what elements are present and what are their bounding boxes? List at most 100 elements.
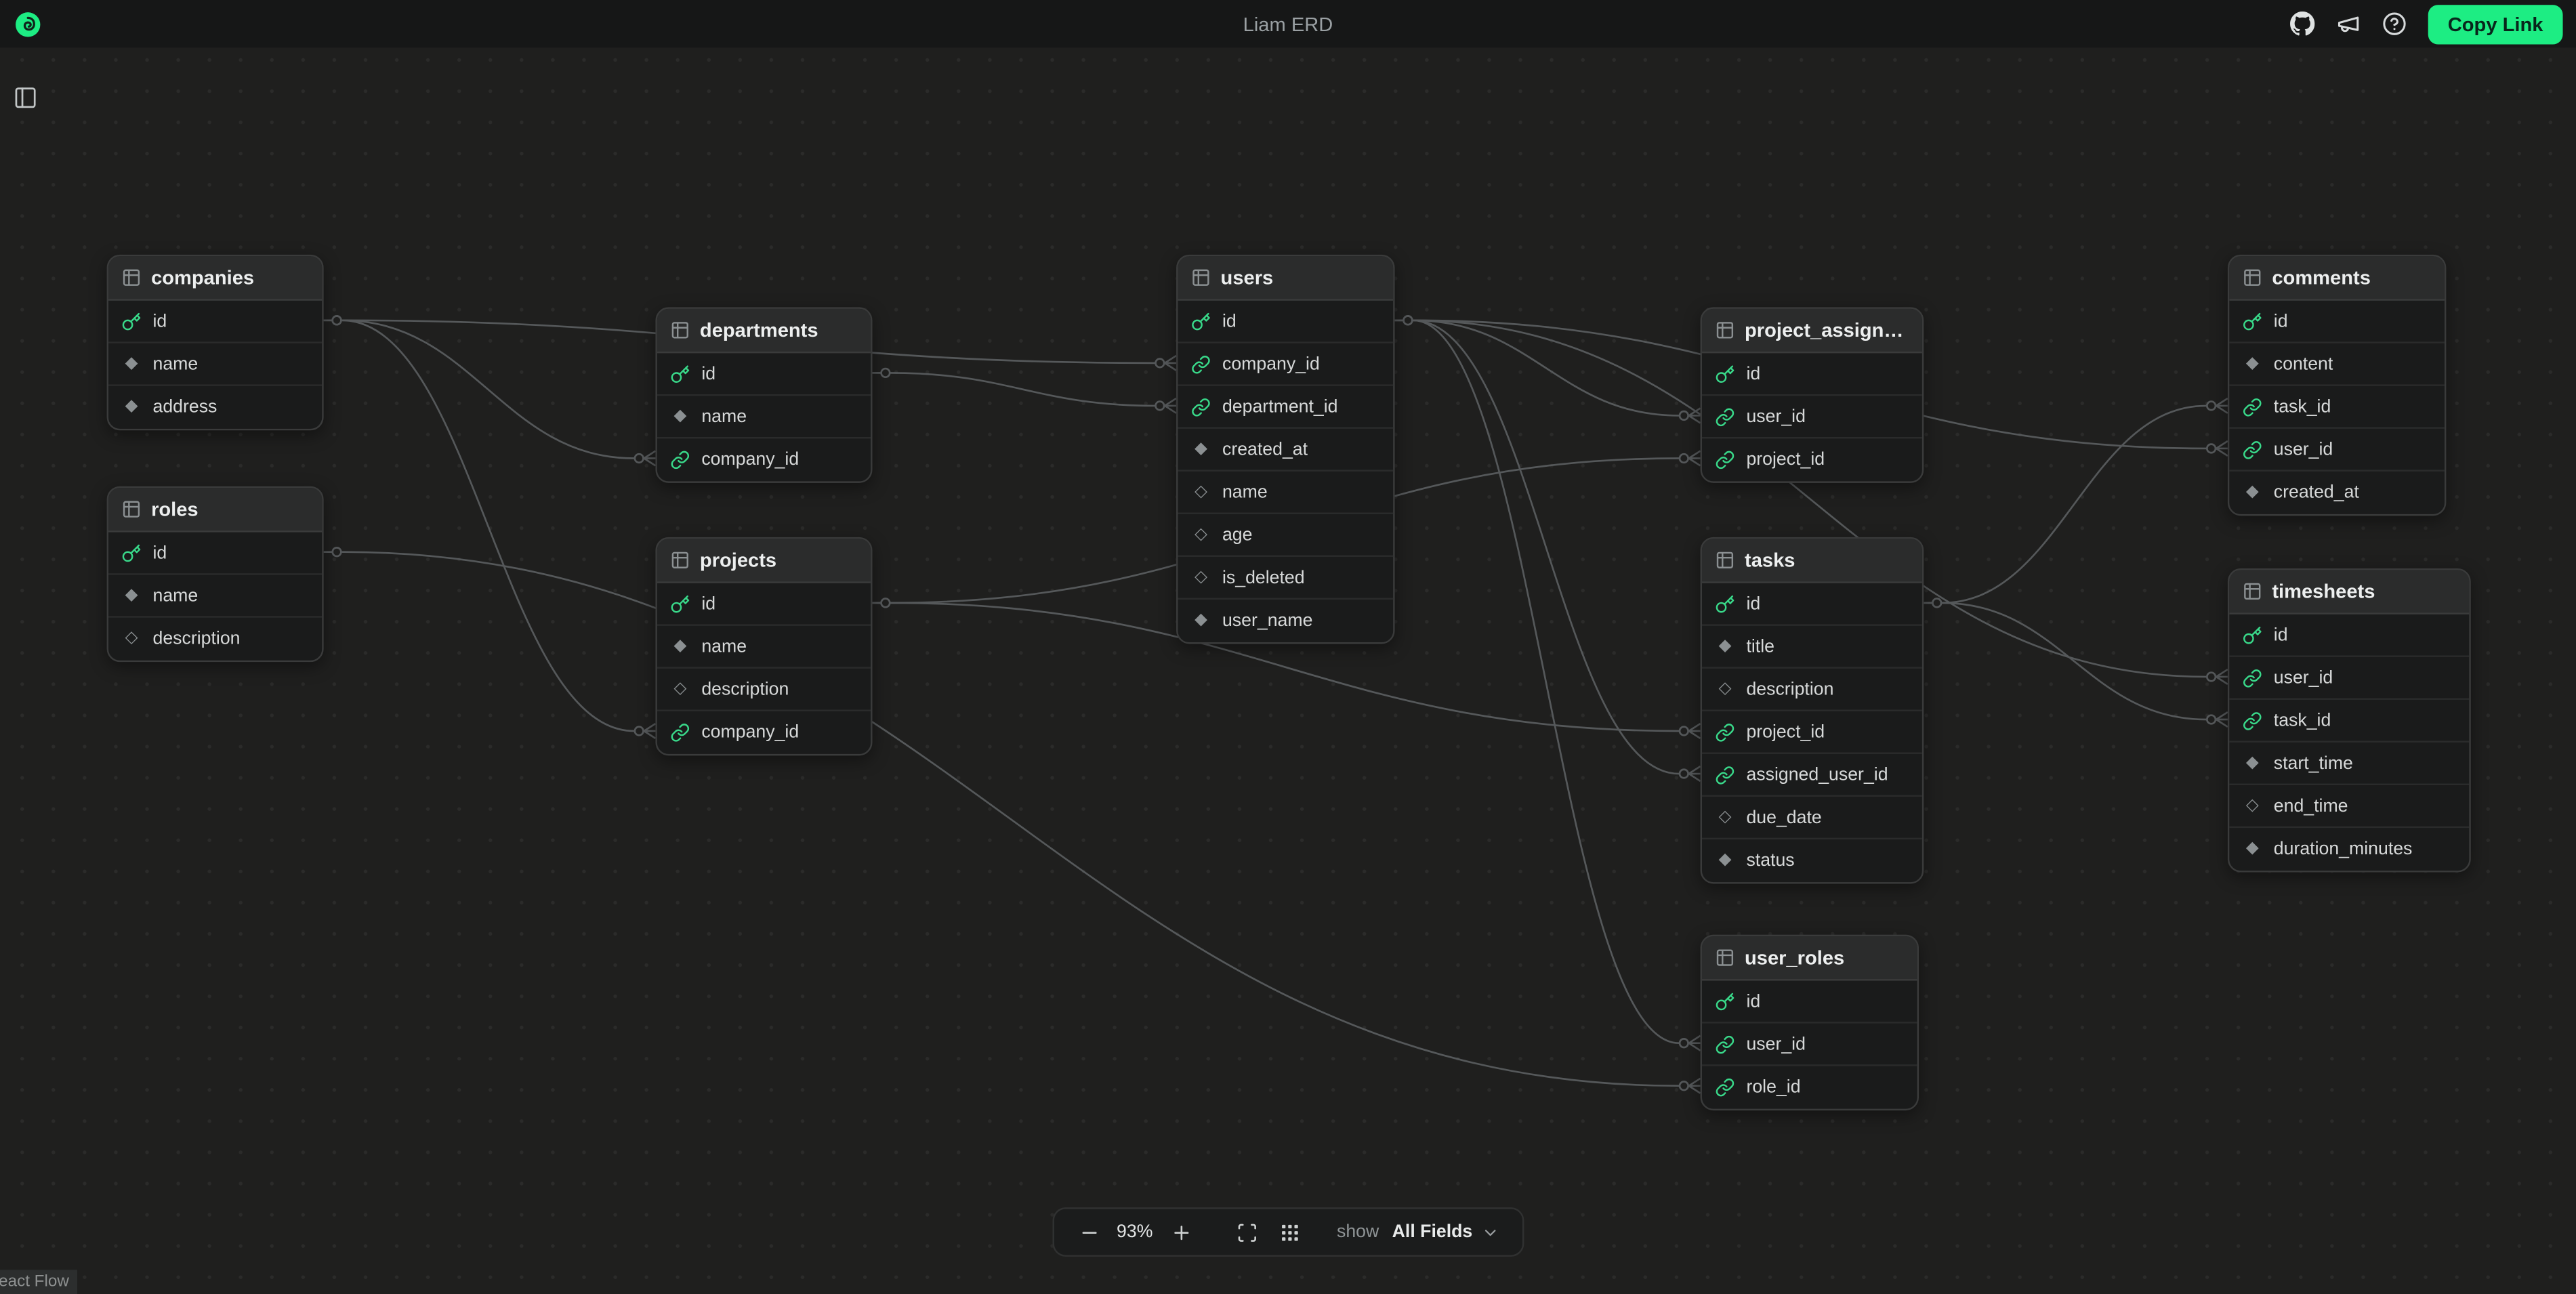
- table-header[interactable]: projects: [657, 539, 871, 583]
- column-row-user_id[interactable]: user_id: [1702, 1024, 1917, 1066]
- diamond-filled-icon: ◆: [2243, 841, 2262, 857]
- column-row-project_id[interactable]: project_id: [1702, 438, 1922, 481]
- react-flow-attribution[interactable]: React Flow: [0, 1270, 77, 1294]
- column-row-duration_minutes[interactable]: ◆ duration_minutes: [2229, 828, 2469, 871]
- column-name: content: [2274, 354, 2333, 374]
- column-row-id[interactable]: id: [2229, 301, 2445, 343]
- column-row-user_id[interactable]: user_id: [2229, 429, 2445, 472]
- column-row-description[interactable]: ◇description: [1702, 669, 1922, 711]
- column-row-age[interactable]: ◇age: [1178, 514, 1394, 557]
- diamond-filled-icon: ◆: [670, 409, 690, 425]
- diamond-filled-icon: ◆: [121, 399, 141, 415]
- table-header[interactable]: departments: [657, 309, 871, 353]
- tidy-up-button[interactable]: [1271, 1214, 1307, 1250]
- column-row-user_id[interactable]: user_id: [2229, 657, 2469, 700]
- column-name: id: [2274, 311, 2288, 331]
- column-row-id[interactable]: id: [1702, 583, 1922, 626]
- feedback-button[interactable]: [2336, 12, 2361, 36]
- column-row-project_id[interactable]: project_id: [1702, 711, 1922, 754]
- table-node-departments[interactable]: departmentsid ◆ name company_id: [655, 307, 872, 482]
- column-row-task_id[interactable]: task_id: [2229, 386, 2445, 429]
- page-title: Liam ERD: [0, 12, 2576, 35]
- column-row-id[interactable]: id: [657, 353, 871, 396]
- app-window: companiesid◆name◆addressrolesid◆name◇des…: [0, 0, 2576, 1294]
- table-header[interactable]: user_roles: [1702, 936, 1917, 980]
- column-name: company_id: [701, 450, 799, 469]
- column-row-content[interactable]: ◆content: [2229, 343, 2445, 386]
- table-node-roles[interactable]: roles id◆name◇description: [107, 486, 324, 662]
- column-name: project_id: [1746, 450, 1825, 469]
- table-node-tasks[interactable]: tasks id ◆title◇descriptionproject_idassig…: [1701, 537, 1924, 884]
- zoom-out-button[interactable]: [1071, 1214, 1106, 1250]
- fit-view-button[interactable]: [1228, 1214, 1264, 1250]
- column-row-address[interactable]: ◆address: [108, 386, 322, 429]
- column-row-task_id[interactable]: task_id: [2229, 700, 2469, 743]
- column-name: name: [701, 406, 747, 426]
- column-row-name[interactable]: ◆name: [108, 343, 322, 386]
- column-row-assigned_user_id[interactable]: assigned_user_id: [1702, 754, 1922, 797]
- table-node-users[interactable]: usersidcompany_iddepartment_id◆created_a…: [1176, 255, 1394, 644]
- column-row-is_deleted[interactable]: ◇is_deleted: [1178, 557, 1394, 600]
- column-row-id[interactable]: id: [657, 583, 871, 626]
- table-icon: [670, 320, 690, 340]
- table-node-timesheets[interactable]: timesheetsiduser_idtask_id◆start_time◇en…: [2228, 568, 2471, 873]
- column-row-department_id[interactable]: department_id: [1178, 386, 1394, 429]
- diamond-filled-icon: ◆: [1715, 852, 1734, 869]
- column-row-user_name[interactable]: ◆user_name: [1178, 600, 1394, 642]
- column-row-id[interactable]: id: [1702, 353, 1922, 396]
- erd-canvas[interactable]: companiesid◆name◆addressrolesid◆name◇des…: [0, 0, 2576, 1294]
- copy-link-button[interactable]: Copy Link: [2428, 4, 2563, 43]
- column-row-name[interactable]: ◆name: [657, 626, 871, 669]
- column-row-description[interactable]: ◇description: [108, 618, 322, 661]
- table-header[interactable]: project_assignments: [1702, 309, 1922, 353]
- column-row-id[interactable]: id: [108, 533, 322, 575]
- column-row-title[interactable]: ◆title: [1702, 626, 1922, 669]
- column-row-name[interactable]: ◆ name: [657, 396, 871, 438]
- column-name: duration_minutes: [2274, 839, 2413, 859]
- column-name: id: [1746, 594, 1760, 614]
- table-header[interactable]: tasks: [1702, 539, 1922, 583]
- table-name: roles: [151, 498, 199, 521]
- table-icon: [1715, 320, 1734, 340]
- grid-icon: [1279, 1222, 1300, 1243]
- zoom-in-button[interactable]: [1163, 1214, 1199, 1250]
- github-button[interactable]: [2290, 12, 2314, 36]
- column-row-company_id[interactable]: company_id: [657, 438, 871, 481]
- column-row-user_id[interactable]: user_id: [1702, 396, 1922, 438]
- column-row-name[interactable]: ◇name: [1178, 472, 1394, 514]
- table-node-projects[interactable]: projectsid◆name◇descriptioncompany_id: [655, 537, 872, 755]
- table-header[interactable]: companies: [108, 256, 322, 300]
- column-row-start_time[interactable]: ◆start_time: [2229, 743, 2469, 785]
- column-row-company_id[interactable]: company_id: [1178, 343, 1394, 386]
- column-row-id[interactable]: id: [1702, 981, 1917, 1024]
- table-header[interactable]: roles: [108, 488, 322, 532]
- table-header[interactable]: timesheets: [2229, 570, 2469, 614]
- column-row-id[interactable]: id: [108, 301, 322, 343]
- column-row-role_id[interactable]: role_id: [1702, 1066, 1917, 1109]
- table-node-companies[interactable]: companiesid◆name◆address: [107, 255, 324, 430]
- table-node-comments[interactable]: comments id ◆contenttask_iduser_id◆created…: [2228, 255, 2446, 516]
- table-node-project_assignments[interactable]: project_assignmentsiduser_id project_id: [1701, 307, 1924, 482]
- fields-filter-dropdown[interactable]: All Fields: [1386, 1215, 1505, 1248]
- column-row-due_date[interactable]: ◇due_date: [1702, 797, 1922, 839]
- column-name: user_name: [1222, 611, 1312, 631]
- column-row-company_id[interactable]: company_id: [657, 711, 871, 754]
- column-name: end_time: [2274, 796, 2348, 816]
- table-header[interactable]: users: [1178, 256, 1394, 300]
- column-row-id[interactable]: id: [1178, 301, 1394, 343]
- column-row-status[interactable]: ◆ status: [1702, 839, 1922, 882]
- table-header[interactable]: comments: [2229, 256, 2445, 300]
- column-row-created_at[interactable]: ◆created_at: [1178, 429, 1394, 472]
- column-row-name[interactable]: ◆name: [108, 575, 322, 618]
- column-name: status: [1746, 851, 1794, 871]
- liam-logo[interactable]: [13, 9, 43, 39]
- column-row-id[interactable]: id: [2229, 614, 2469, 657]
- sidebar-toggle-button[interactable]: [10, 82, 41, 113]
- help-button[interactable]: [2382, 12, 2407, 36]
- liam-logo-icon: [13, 9, 43, 39]
- canvas-toolbar: 93% show All Fields: [1053, 1207, 1524, 1257]
- column-row-end_time[interactable]: ◇end_time: [2229, 785, 2469, 828]
- column-row-created_at[interactable]: ◆created_at: [2229, 472, 2445, 514]
- table-node-user_roles[interactable]: user_rolesiduser_idrole_id: [1701, 935, 1919, 1110]
- column-row-description[interactable]: ◇description: [657, 669, 871, 711]
